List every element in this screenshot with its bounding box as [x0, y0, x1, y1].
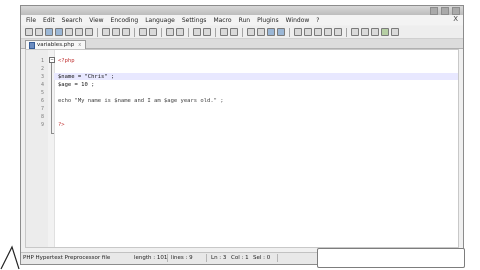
code-line: <?php [58, 58, 75, 64]
toolbar-separator [346, 27, 347, 37]
line-number-gutter: 1 2 3 4 5 6 7 8 9 [26, 50, 49, 247]
run-macro-multiple-icon[interactable] [371, 28, 379, 36]
status-sel: Sel : 0 [253, 255, 271, 261]
spell-check-icon[interactable] [391, 28, 399, 36]
status-length: length : 101 [134, 255, 168, 261]
close-all-icon[interactable] [75, 28, 83, 36]
find-icon[interactable] [166, 28, 174, 36]
playback-macro-icon[interactable] [361, 28, 369, 36]
window-controls [430, 7, 460, 15]
open-file-icon[interactable] [35, 28, 43, 36]
toolbar-separator [97, 27, 98, 37]
undo-icon[interactable] [139, 28, 147, 36]
menu-settings[interactable]: Settings [182, 17, 207, 24]
paste-icon[interactable] [122, 28, 130, 36]
code-line: ?> [58, 122, 65, 128]
menu-encoding[interactable]: Encoding [111, 17, 139, 24]
title-bar[interactable] [21, 6, 463, 15]
fold-end [51, 133, 54, 134]
blank-status-field [317, 248, 465, 268]
code-editor[interactable]: 1 2 3 4 5 6 7 8 9 − <?php $name = "Chris… [25, 49, 459, 248]
menu-search[interactable]: Search [62, 17, 83, 24]
indent-guide-icon[interactable] [267, 28, 275, 36]
close-document-icon[interactable]: X [453, 15, 458, 23]
toolbar-separator [215, 27, 216, 37]
line-number: 3 [40, 74, 44, 80]
toolbar-separator [188, 27, 189, 37]
fold-toggle-icon[interactable]: − [49, 57, 55, 63]
corner-cursor-icon [0, 245, 20, 270]
line-number: 9 [40, 122, 44, 128]
toolbar-separator [242, 27, 243, 37]
menu-bar: File Edit Search View Encoding Language … [21, 15, 463, 25]
zoom-out-icon[interactable] [203, 28, 211, 36]
function-list-icon[interactable] [304, 28, 312, 36]
line-number: 2 [40, 66, 44, 72]
status-separator [167, 254, 168, 262]
menu-view[interactable]: View [89, 17, 103, 24]
line-number: 7 [40, 106, 44, 112]
menu-plugins[interactable]: Plugins [257, 17, 279, 24]
show-all-chars-icon[interactable] [257, 28, 265, 36]
tab-label: variables.php [37, 42, 75, 48]
minimize-button[interactable] [430, 7, 438, 15]
folder-workspace-icon[interactable] [314, 28, 322, 36]
copy-icon[interactable] [112, 28, 120, 36]
code-line: $age = 10 ; [58, 82, 95, 88]
line-number: 1 [40, 58, 44, 64]
sync-vertical-icon[interactable] [220, 28, 228, 36]
line-number: 5 [40, 90, 44, 96]
toolbar [21, 26, 463, 39]
status-ln: Ln : 3 [211, 255, 227, 261]
menu-language[interactable]: Language [145, 17, 175, 24]
status-lines: lines : 9 [171, 255, 193, 261]
menu-run[interactable]: Run [239, 17, 251, 24]
status-separator [206, 254, 207, 262]
doc-map-icon[interactable] [294, 28, 302, 36]
save-macro-icon[interactable] [381, 28, 389, 36]
tab-variables-php[interactable]: variables.php x [25, 40, 87, 49]
current-line-highlight [54, 73, 458, 80]
line-number: 4 [40, 82, 44, 88]
new-file-icon[interactable] [25, 28, 33, 36]
save-all-icon[interactable] [55, 28, 63, 36]
fold-line [51, 63, 52, 133]
print-icon[interactable] [85, 28, 93, 36]
line-number: 6 [40, 98, 44, 104]
notepad-window: File Edit Search View Encoding Language … [20, 5, 464, 265]
record-macro-icon[interactable] [334, 28, 342, 36]
status-col: Col : 1 [231, 255, 249, 261]
redo-icon[interactable] [149, 28, 157, 36]
menu-help[interactable]: ? [316, 17, 319, 24]
status-separator [277, 254, 278, 262]
menu-macro[interactable]: Macro [213, 17, 231, 24]
zoom-in-icon[interactable] [193, 28, 201, 36]
maximize-button[interactable] [441, 7, 449, 15]
code-line: $name = "Chris" ; [58, 74, 115, 80]
tab-close-icon[interactable]: x [78, 42, 81, 48]
menu-file[interactable]: File [26, 17, 36, 24]
stop-record-icon[interactable] [351, 28, 359, 36]
cut-icon[interactable] [102, 28, 110, 36]
tab-bar: variables.php x [21, 39, 463, 49]
toolbar-separator [161, 27, 162, 37]
close-window-button[interactable] [452, 7, 460, 15]
status-language: PHP Hypertext Preprocessor file [23, 255, 111, 261]
replace-icon[interactable] [176, 28, 184, 36]
word-wrap-icon[interactable] [247, 28, 255, 36]
line-number: 8 [40, 114, 44, 120]
sync-horizontal-icon[interactable] [230, 28, 238, 36]
code-line: echo "My name is $name and I am $age yea… [58, 98, 224, 104]
close-icon[interactable] [65, 28, 73, 36]
toolbar-separator [134, 27, 135, 37]
menu-window[interactable]: Window [286, 17, 310, 24]
user-language-icon[interactable] [277, 28, 285, 36]
toolbar-separator [289, 27, 290, 37]
menu-edit[interactable]: Edit [43, 17, 55, 24]
monitoring-icon[interactable] [324, 28, 332, 36]
save-icon[interactable] [45, 28, 53, 36]
file-icon [29, 41, 35, 49]
